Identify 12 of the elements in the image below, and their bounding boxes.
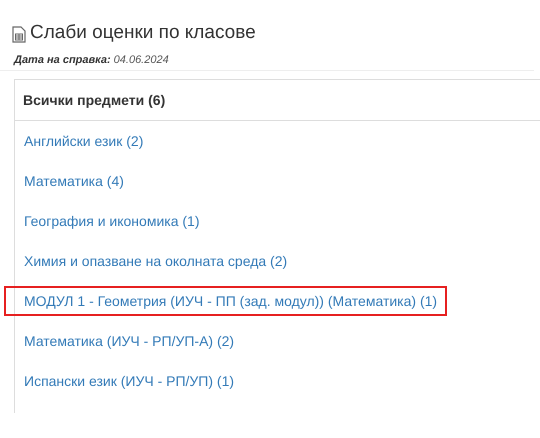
subject-link[interactable]: Математика (ИУЧ - РП/УП-А) (2) bbox=[4, 326, 244, 356]
subject-link[interactable]: Английски език (2) bbox=[4, 126, 154, 156]
report-date-value: 04.06.2024 bbox=[114, 54, 169, 66]
subject-link[interactable]: Испански език (ИУЧ - РП/УП) (1) bbox=[4, 366, 244, 396]
spreadsheet-file-icon bbox=[12, 26, 26, 42]
subject-link[interactable]: Математика (4) bbox=[4, 166, 134, 196]
subject-link[interactable]: Химия и опазване на околната среда (2) bbox=[4, 246, 298, 276]
subject-link[interactable]: МОДУЛ 1 - Геометрия (ИУЧ - ПП (зад. модул)) (Математика) (1) bbox=[4, 286, 448, 316]
report-date-label: Дата на справка: bbox=[14, 54, 111, 66]
page-title: Слаби оценки по класове bbox=[30, 22, 256, 44]
list-header[interactable]: Всички предмети (6) bbox=[15, 79, 540, 121]
subject-link[interactable]: География и икономика (1) bbox=[4, 206, 210, 236]
